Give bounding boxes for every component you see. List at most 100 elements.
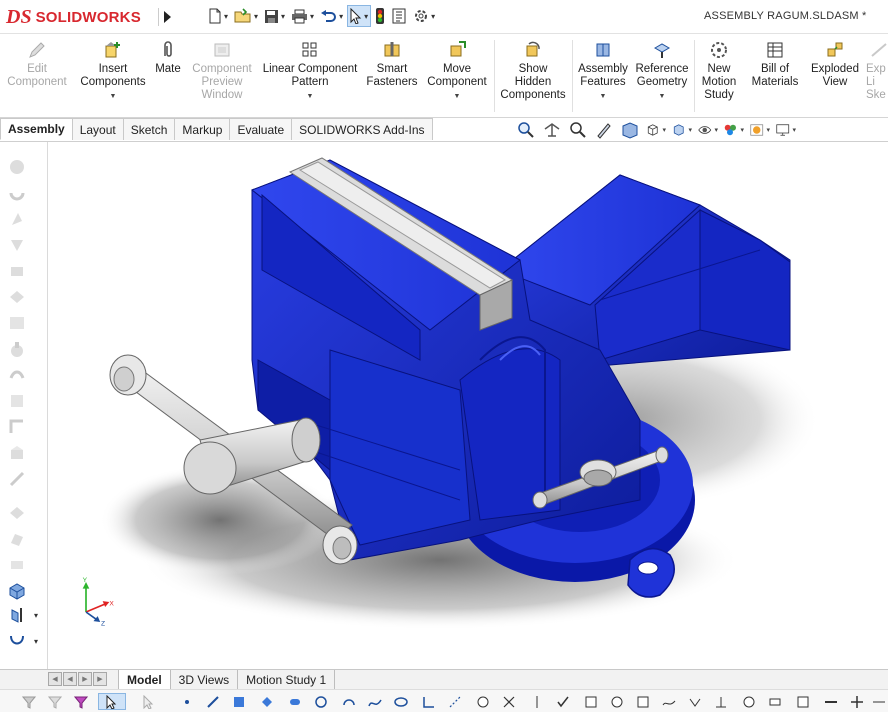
bill-of-materials-button[interactable]: Bill of Materials xyxy=(746,40,804,89)
move-component-button[interactable]: Move Component ▼ xyxy=(422,40,492,103)
new-document-icon[interactable]: ▾ xyxy=(206,5,230,27)
line-tool-icon[interactable] xyxy=(204,693,221,710)
trim-tool-icon[interactable] xyxy=(500,693,517,710)
tab-solidworks-add-ins[interactable]: SOLIDWORKS Add-Ins xyxy=(291,118,433,140)
reference-geometry-button[interactable]: Reference Geometry ▼ xyxy=(632,40,692,103)
solidworks-logo[interactable]: DS SOLIDWORKS xyxy=(6,6,141,28)
tool-icon-9[interactable] xyxy=(6,364,28,386)
chevron-down-icon[interactable]: ▼ xyxy=(574,90,632,103)
print-icon[interactable]: ▾ xyxy=(289,5,316,27)
file-properties-icon[interactable] xyxy=(389,5,409,27)
vise-model[interactable] xyxy=(48,142,888,670)
tab-markup[interactable]: Markup xyxy=(174,118,231,140)
show-hidden-components-button[interactable]: Show Hidden Components xyxy=(496,40,570,102)
tool-icon-1[interactable] xyxy=(6,156,28,178)
curve-tool-icon[interactable]: ▾ xyxy=(6,630,38,652)
arc-tool-icon[interactable] xyxy=(340,693,357,710)
assembly-features-button[interactable]: Assembly Features ▼ xyxy=(574,40,632,103)
edit-appearance-icon[interactable]: ▾ xyxy=(724,121,744,140)
datum-tool-icon[interactable] xyxy=(712,693,729,710)
tab-assembly[interactable]: Assembly xyxy=(0,118,73,140)
dynamic-annotation-icon[interactable] xyxy=(620,121,640,140)
tab-3d-views[interactable]: 3D Views xyxy=(171,670,239,689)
slot-tool-icon[interactable] xyxy=(286,693,303,710)
block-tool-icon[interactable] xyxy=(794,693,811,710)
tab-model[interactable]: Model xyxy=(118,670,171,689)
tab-evaluate[interactable]: Evaluate xyxy=(229,118,293,140)
tool-icon-7[interactable] xyxy=(6,312,28,334)
graphics-area[interactable]: Y X Z xyxy=(48,142,888,670)
spline-tool-icon[interactable] xyxy=(366,693,383,710)
view-orientation-icon[interactable]: ▾ xyxy=(672,121,692,140)
tool-icon-11[interactable] xyxy=(6,416,28,438)
reference-tool-icon[interactable]: ▾ xyxy=(6,604,38,626)
point-tool-icon[interactable] xyxy=(178,693,195,710)
tool-icon-10[interactable] xyxy=(6,390,28,412)
note-tool-icon[interactable] xyxy=(608,693,625,710)
insert-components-button[interactable]: Insert Components ▼ xyxy=(74,40,152,103)
weld-tool-icon[interactable] xyxy=(660,693,677,710)
polygon-tool-icon[interactable] xyxy=(258,693,275,710)
cube-tool-icon[interactable] xyxy=(6,580,28,602)
linear-component-pattern-button[interactable]: Linear Component Pattern ▼ xyxy=(258,40,362,103)
rectangle-tool-icon[interactable] xyxy=(230,693,247,710)
center-mark-icon[interactable] xyxy=(848,693,865,710)
chevron-down-icon[interactable]: ▼ xyxy=(258,90,362,103)
explode-line-sketch-button[interactable]: Exp Li Ske xyxy=(866,40,888,102)
check-tool-icon[interactable] xyxy=(554,693,571,710)
edit-component-button[interactable]: Edit Component xyxy=(4,40,70,89)
select-tool-icon[interactable] xyxy=(98,693,126,710)
prev-tab-icon[interactable]: ◀ xyxy=(63,672,77,686)
fillet-tool-icon[interactable] xyxy=(420,693,437,710)
circle-tool-icon[interactable] xyxy=(312,693,329,710)
chevron-down-icon[interactable]: ▼ xyxy=(422,90,492,103)
tool-icon-12[interactable] xyxy=(6,442,28,464)
tab-motion-study-1[interactable]: Motion Study 1 xyxy=(238,670,336,689)
selection-filter-icon[interactable] xyxy=(72,693,89,710)
last-tab-icon[interactable]: ▶ xyxy=(93,672,107,686)
menu-expand-arrow-icon[interactable] xyxy=(158,8,172,26)
hole-callout-icon[interactable] xyxy=(822,693,839,710)
tool-icon-6[interactable] xyxy=(6,286,28,308)
tool-icon-5[interactable] xyxy=(6,260,28,282)
hide-show-items-icon[interactable]: ▾ xyxy=(698,121,718,140)
exploded-view-button[interactable]: Exploded View xyxy=(806,40,864,89)
first-tab-icon[interactable]: ◀ xyxy=(48,672,62,686)
gtol-tool-icon[interactable] xyxy=(766,693,783,710)
apply-scene-icon[interactable]: ▾ xyxy=(750,121,770,140)
tool-icon-16[interactable] xyxy=(6,554,28,576)
next-tab-icon[interactable]: ▶ xyxy=(78,672,92,686)
zoom-to-area-icon[interactable] xyxy=(542,121,562,140)
chevron-down-icon[interactable]: ▼ xyxy=(74,90,152,103)
select-other-icon[interactable] xyxy=(140,693,157,710)
dimension-tool-icon[interactable] xyxy=(582,693,599,710)
surface-finish-icon[interactable] xyxy=(686,693,703,710)
mate-button[interactable]: Mate xyxy=(150,40,186,76)
chevron-down-icon[interactable]: ▼ xyxy=(632,90,692,103)
smart-fasteners-button[interactable]: Smart Fasteners xyxy=(362,40,422,89)
centerline-icon[interactable] xyxy=(870,693,887,710)
tool-icon-13[interactable] xyxy=(6,468,28,490)
section-view-icon[interactable] xyxy=(594,121,614,140)
centerline-tool-icon[interactable] xyxy=(446,693,463,710)
tool-icon-2[interactable] xyxy=(6,182,28,204)
component-preview-window-button[interactable]: Component Preview Window xyxy=(186,40,258,102)
tool-icon-4[interactable] xyxy=(6,234,28,256)
3d-view-icon[interactable]: ▾ xyxy=(646,121,666,140)
undo-icon[interactable]: ▾ xyxy=(318,5,345,27)
text-tool-icon[interactable] xyxy=(474,693,491,710)
zoom-to-fit-icon[interactable] xyxy=(516,121,536,140)
tool-icon-15[interactable] xyxy=(6,528,28,550)
tab-sketch[interactable]: Sketch xyxy=(122,118,176,140)
rebuild-traffic-light-icon[interactable] xyxy=(373,5,387,27)
monitor-icon[interactable]: ▾ xyxy=(776,121,796,140)
tool-icon-3[interactable] xyxy=(6,208,28,230)
tool-icon-14[interactable] xyxy=(6,502,28,524)
filter-toggle-icon[interactable] xyxy=(46,693,63,710)
new-motion-study-button[interactable]: New Motion Study xyxy=(696,40,742,102)
tab-layout[interactable]: Layout xyxy=(71,118,124,140)
annotation-tool-icon[interactable] xyxy=(634,693,651,710)
save-icon[interactable]: ▾ xyxy=(262,5,287,27)
balloon-tool-icon[interactable] xyxy=(740,693,757,710)
tool-icon-8[interactable] xyxy=(6,338,28,360)
